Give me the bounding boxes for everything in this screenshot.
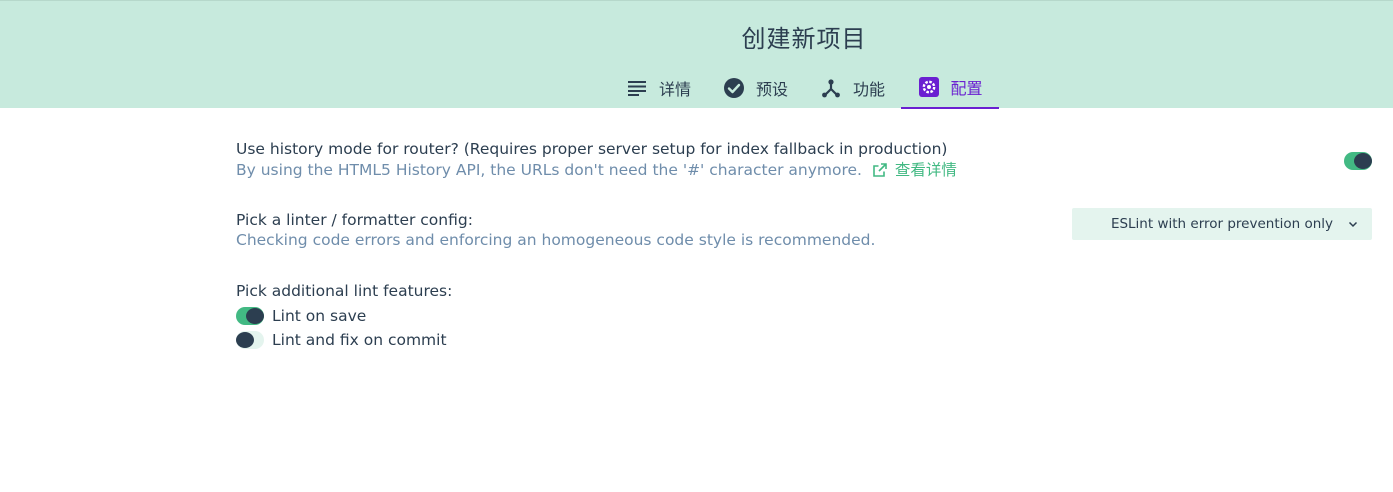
tab-features[interactable]: 功能 (804, 67, 901, 109)
lint-on-save-label: Lint on save (272, 307, 367, 325)
router-history-toggle[interactable] (1344, 152, 1372, 170)
settings-gear-icon (918, 76, 940, 98)
router-history-row: Use history mode for router? (Requires p… (236, 138, 1372, 208)
tab-label: 详情 (659, 80, 692, 99)
router-more-info-link[interactable]: 查看详情 (873, 161, 957, 179)
linter-select-value: ESLint with error prevention only (1110, 216, 1334, 232)
lint-fix-on-commit-label: Lint and fix on commit (272, 331, 447, 349)
toggle-knob (246, 308, 264, 324)
lint-fix-on-commit-option[interactable]: Lint and fix on commit (236, 328, 1372, 352)
config-content: Use history mode for router? (Requires p… (236, 138, 1372, 352)
tab-label: 预设 (756, 80, 789, 99)
lint-fix-on-commit-toggle[interactable] (236, 331, 264, 349)
lint-features-label: Pick additional lint features: (236, 282, 453, 300)
router-history-description: By using the HTML5 History API, the URLs… (236, 160, 1372, 182)
router-more-info-label: 查看详情 (894, 161, 957, 179)
router-history-description-text: By using the HTML5 History API, the URLs… (236, 161, 862, 179)
tab-label: 配置 (950, 79, 983, 98)
lint-features-row: Pick additional lint features: Lint on s… (236, 280, 1372, 352)
lint-on-save-option[interactable]: Lint on save (236, 304, 1372, 328)
tab-details[interactable]: 详情 (610, 67, 707, 109)
fork-icon (820, 77, 842, 99)
check-circle-icon (723, 77, 745, 99)
page-title: 创建新项目 (741, 25, 867, 53)
toggle-knob (1354, 153, 1372, 169)
page-header: 创建新项目 详情 预设 功能 配置 (0, 0, 1393, 109)
router-history-label: Use history mode for router? (Requires p… (236, 140, 948, 158)
linter-select[interactable]: ESLint with error prevention only (1072, 208, 1372, 240)
external-link-icon (873, 162, 887, 182)
linter-row: Pick a linter / formatter config: Checki… (236, 208, 1372, 280)
tab-bar: 详情 预设 功能 配置 (610, 67, 1000, 109)
toggle-knob (236, 332, 254, 348)
tab-config[interactable]: 配置 (901, 67, 1000, 109)
tab-label: 功能 (853, 80, 886, 99)
chevron-down-icon (1346, 217, 1360, 231)
tab-presets[interactable]: 预设 (707, 67, 804, 109)
list-icon (626, 77, 648, 99)
lint-on-save-toggle[interactable] (236, 307, 264, 325)
